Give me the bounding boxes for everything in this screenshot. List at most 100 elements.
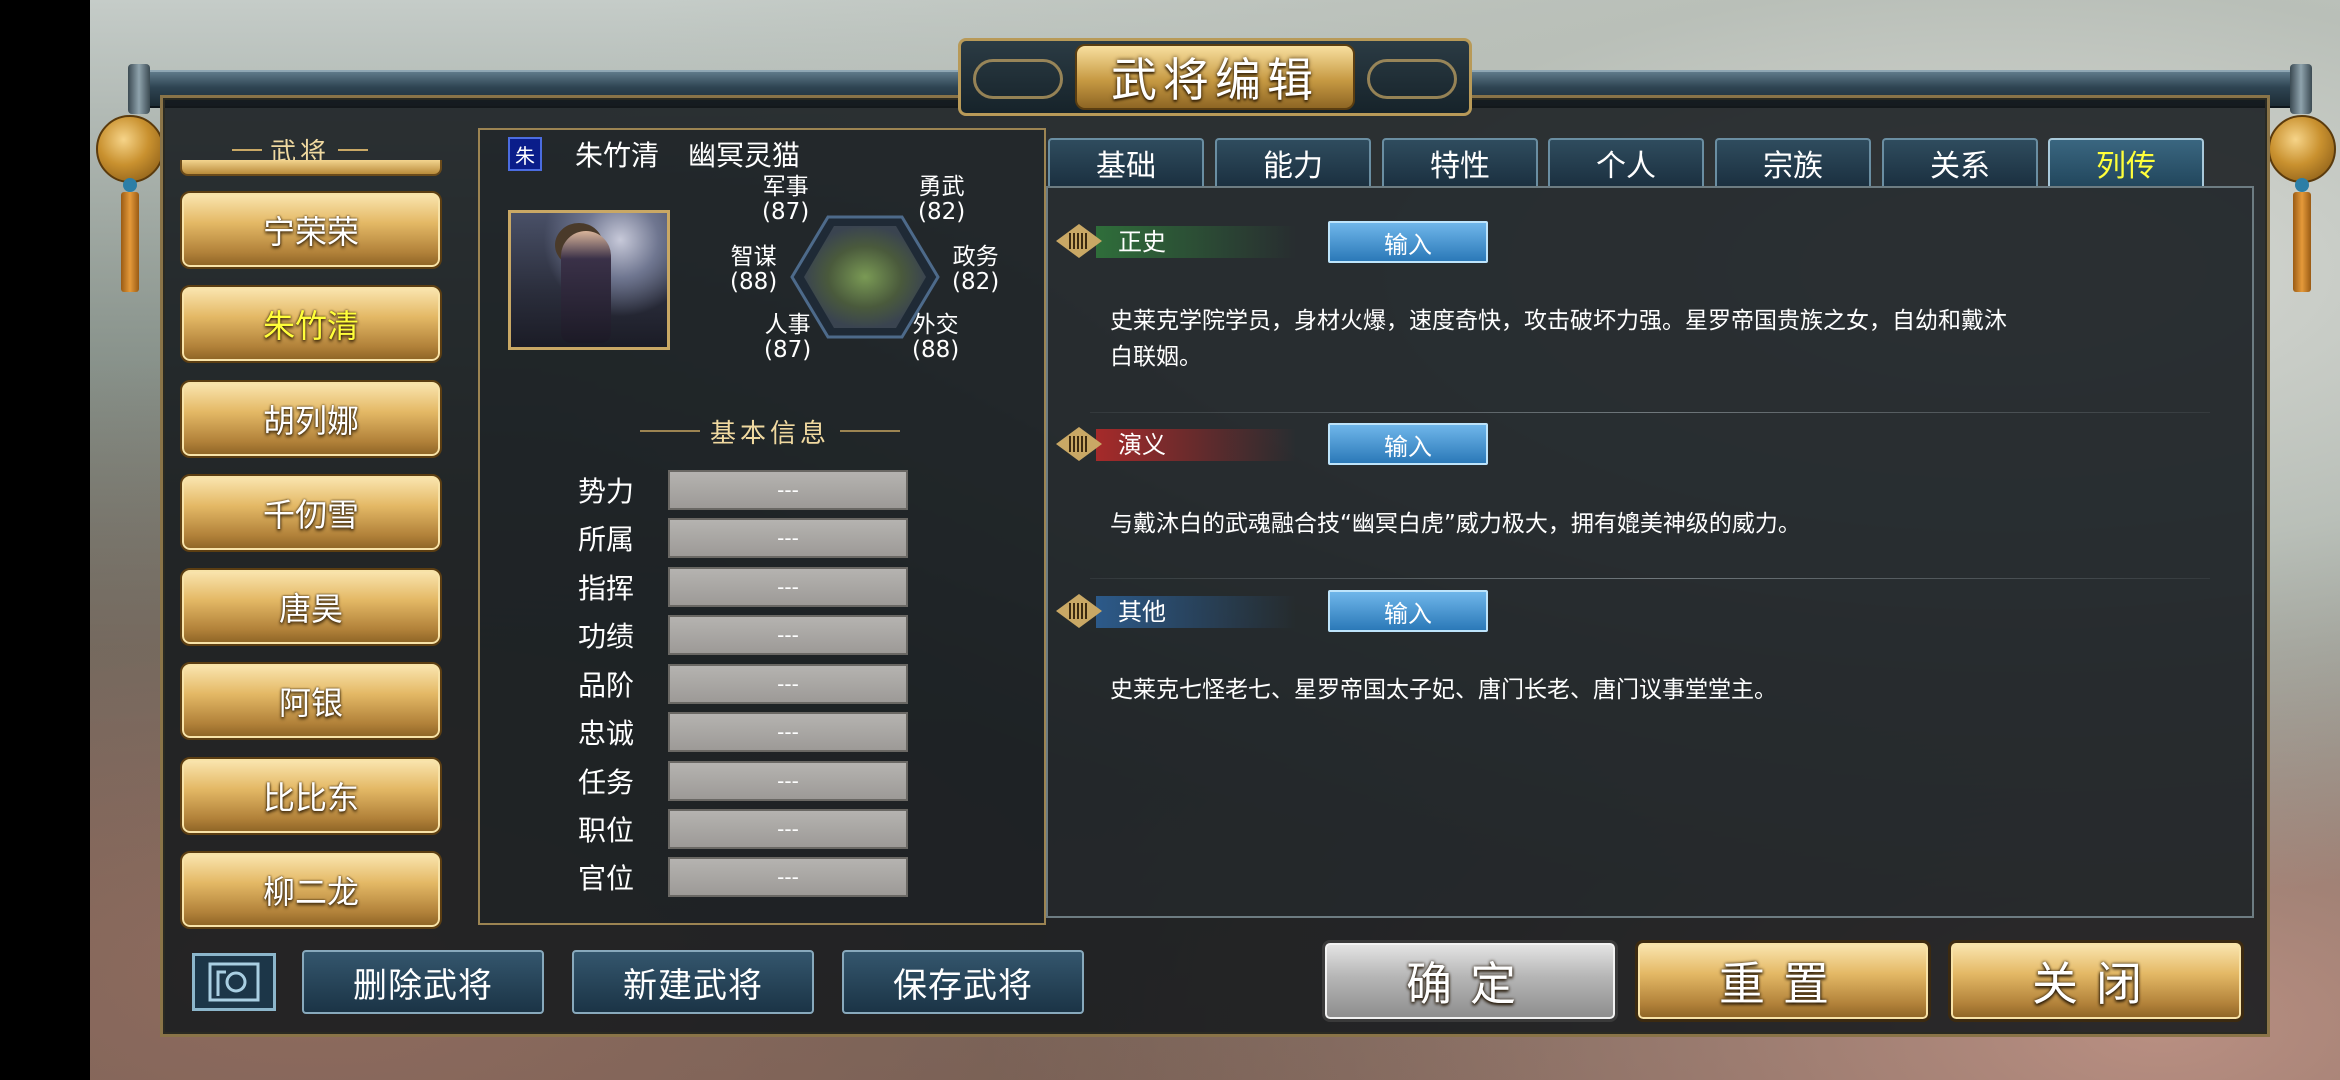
section-other-header: 其他 <box>1056 592 1296 632</box>
stat-valor-label: 勇武 <box>918 174 965 200</box>
reset-button[interactable]: 重置 <box>1635 940 1931 1022</box>
tab-personal[interactable]: 个人 <box>1548 138 1704 186</box>
header-deco-left <box>231 149 262 151</box>
info-field[interactable]: --- <box>668 664 908 704</box>
info-row-loyalty: 忠诚 --- <box>578 712 908 752</box>
stat-military: 军事 (87) <box>762 175 809 225</box>
character-item-0[interactable]: 宁荣荣 <box>180 191 442 269</box>
info-label: 品阶 <box>578 669 635 702</box>
tassel-left-icon <box>121 192 139 292</box>
section-title: 演义 <box>1118 431 1166 459</box>
tassel-bead-left <box>123 178 137 192</box>
info-label: 官位 <box>578 862 635 895</box>
rod-end-right <box>2290 64 2312 114</box>
stat-military-label: 军事 <box>762 174 809 200</box>
stat-politics: 政务 (82) <box>952 245 999 295</box>
section-title: 正史 <box>1118 228 1166 256</box>
stat-valor: 勇武 (82) <box>918 175 965 225</box>
faction-badge: 朱 <box>508 137 542 171</box>
character-item-1[interactable]: 朱竹清 <box>180 285 442 363</box>
close-button[interactable]: 关闭 <box>1948 940 2244 1022</box>
info-row-rank: 品阶 --- <box>578 664 908 704</box>
official-history-input-button[interactable]: 输入 <box>1328 221 1488 263</box>
info-field[interactable]: --- <box>668 518 908 558</box>
basic-info-line-left <box>639 430 700 432</box>
info-row-task: 任务 --- <box>578 761 908 801</box>
plaque-swirl-right <box>1367 59 1457 99</box>
portrait-frame-icon <box>208 962 260 1002</box>
character-item-6[interactable]: 比比东 <box>180 757 442 835</box>
stat-strategy-value: (88) <box>730 269 778 295</box>
info-row-merit: 功绩 --- <box>578 615 908 655</box>
info-field[interactable]: --- <box>668 761 908 801</box>
character-item-4[interactable]: 唐昊 <box>180 568 442 646</box>
new-general-button[interactable]: 新建武将 <box>572 950 814 1014</box>
tassel-bead-right <box>2295 178 2309 192</box>
stat-politics-value: (82) <box>952 269 1000 295</box>
header-deco-right <box>338 149 368 151</box>
character-item-2[interactable]: 胡列娜 <box>180 380 442 458</box>
delete-general-button[interactable]: 删除武将 <box>302 950 544 1014</box>
info-field[interactable]: --- <box>668 712 908 752</box>
character-item-3[interactable]: 千仞雪 <box>180 474 442 552</box>
save-general-button[interactable]: 保存武将 <box>842 950 1084 1014</box>
info-label: 功绩 <box>578 620 635 653</box>
info-field[interactable]: --- <box>668 809 908 849</box>
tab-clan[interactable]: 宗族 <box>1715 138 1871 186</box>
stat-personnel-label: 人事 <box>764 312 811 338</box>
info-field[interactable]: --- <box>668 567 908 607</box>
info-field[interactable]: --- <box>668 857 908 897</box>
character-item-7[interactable]: 柳二龙 <box>180 851 442 929</box>
stat-strategy-label: 智谋 <box>730 244 777 270</box>
basic-info-title: 基本信息 <box>709 418 830 449</box>
tassel-right-icon <box>2293 192 2311 292</box>
portrait-figure <box>561 231 611 343</box>
stat-politics-label: 政务 <box>952 244 999 270</box>
info-row-faction: 势力 --- <box>578 470 908 510</box>
info-label: 职位 <box>578 814 635 847</box>
portrait-frame-button[interactable] <box>192 953 276 1011</box>
info-field[interactable]: --- <box>668 470 908 510</box>
section-divider <box>1090 578 2210 579</box>
text-line: 史莱克学院学员，身材火爆，速度奇快，攻击破坏力强。星罗帝国贵族之女，自幼和戴沐 <box>1110 308 2007 334</box>
title-plaque: 武将编辑 <box>958 38 1472 116</box>
tab-ability[interactable]: 能力 <box>1215 138 1371 186</box>
medallion-left-icon <box>96 115 164 183</box>
biography-panel <box>1046 186 2254 918</box>
rod-end-left <box>128 64 150 114</box>
info-row-command: 指挥 --- <box>578 567 908 607</box>
text-line: 与戴沐白的武魂融合技“幽冥白虎”威力极大，拥有媲美神级的威力。 <box>1110 511 1801 537</box>
info-label: 所属 <box>578 523 635 556</box>
section-divider <box>1090 412 2210 413</box>
info-label: 指挥 <box>578 572 635 605</box>
character-name: 朱竹清 <box>575 139 660 172</box>
text-line: 史莱克七怪老七、星罗帝国太子妃、唐门长老、唐门议事堂堂主。 <box>1110 677 1777 703</box>
tab-traits[interactable]: 特性 <box>1382 138 1538 186</box>
info-field[interactable]: --- <box>668 615 908 655</box>
romance-text: 与戴沐白的武魂融合技“幽冥白虎”威力极大，拥有媲美神级的威力。 <box>1110 506 2220 542</box>
info-label: 势力 <box>578 475 635 508</box>
stat-diplomacy-label: 外交 <box>912 312 959 338</box>
stat-diplomacy: 外交 (88) <box>912 313 959 363</box>
tab-relations[interactable]: 关系 <box>1882 138 2038 186</box>
other-text: 史莱克七怪老七、星罗帝国太子妃、唐门长老、唐门议事堂堂主。 <box>1110 672 2220 708</box>
character-portrait[interactable] <box>508 210 670 350</box>
other-input-button[interactable]: 输入 <box>1328 590 1488 632</box>
stat-diplomacy-value: (88) <box>912 337 960 363</box>
romance-input-button[interactable]: 输入 <box>1328 423 1488 465</box>
basic-info-line-right <box>840 430 900 432</box>
info-row-affiliation: 所属 --- <box>578 518 908 558</box>
tab-basic[interactable]: 基础 <box>1048 138 1204 186</box>
list-item-partial <box>180 160 442 176</box>
text-line: 白联姻。 <box>1110 344 1202 370</box>
basic-info-header: 基本信息 <box>620 412 920 450</box>
plaque-swirl-left <box>973 59 1063 99</box>
official-history-text: 史莱克学院学员，身材火爆，速度奇快，攻击破坏力强。星罗帝国贵族之女，自幼和戴沐 … <box>1110 303 2220 375</box>
section-romance-header: 演义 <box>1056 425 1296 465</box>
section-official-history-header: 正史 <box>1056 222 1296 262</box>
character-item-5[interactable]: 阿银 <box>180 662 442 740</box>
tab-biography[interactable]: 列传 <box>2048 138 2204 186</box>
dialog-title: 武将编辑 <box>1075 44 1355 110</box>
confirm-button[interactable]: 确定 <box>1322 940 1618 1022</box>
stat-valor-value: (82) <box>918 199 966 225</box>
